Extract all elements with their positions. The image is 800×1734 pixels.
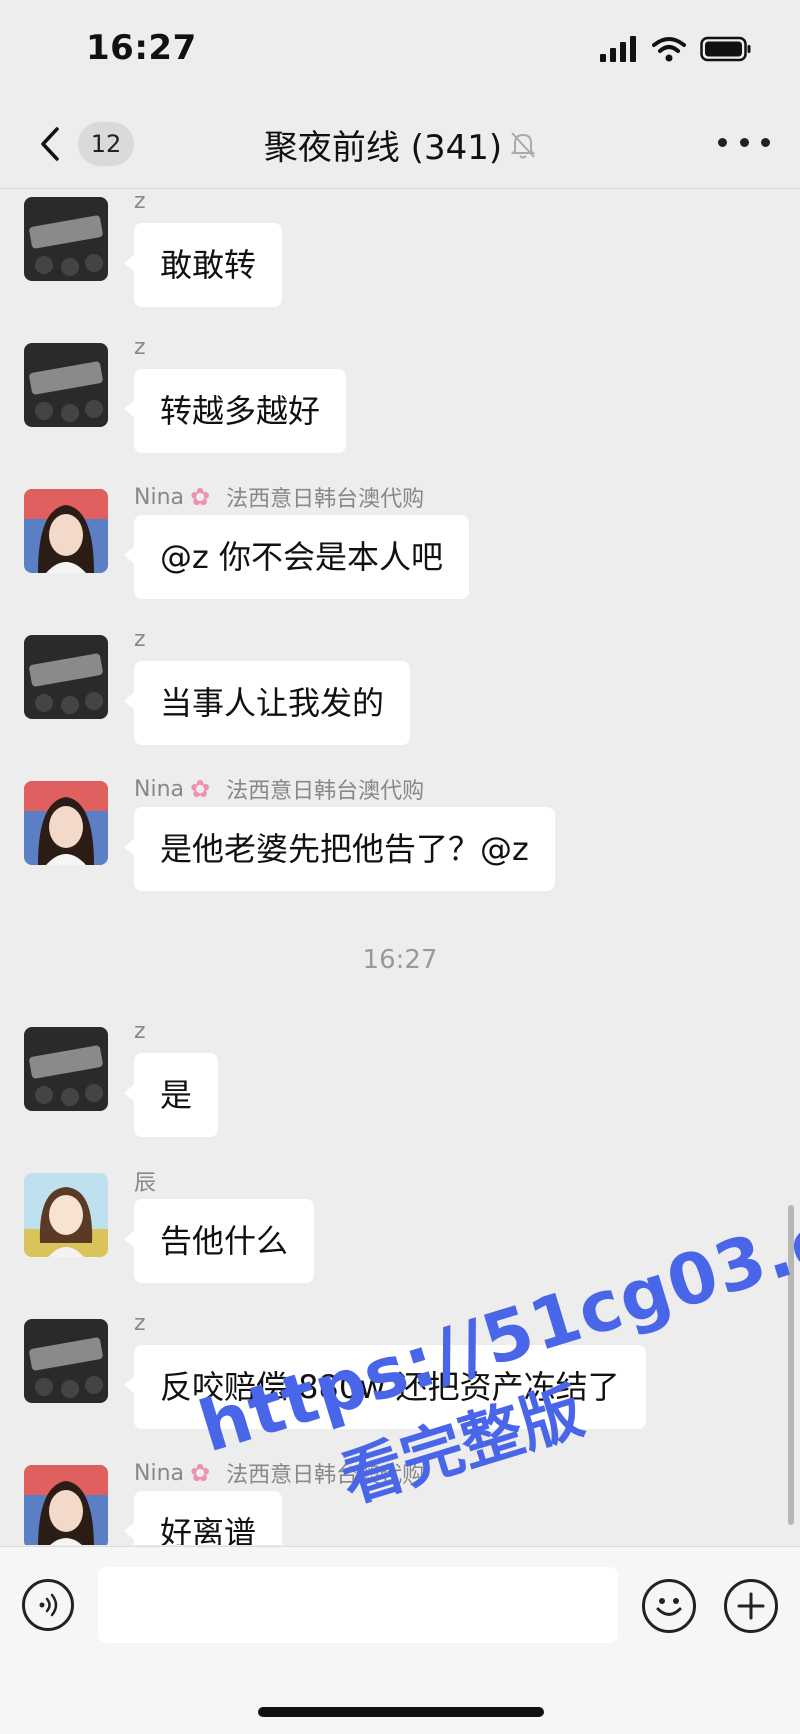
battery-icon — [700, 36, 751, 62]
message-bubble[interactable]: 当事人让我发的 — [123, 661, 411, 745]
chat-title-text: 聚夜前线 (341) — [263, 128, 503, 168]
sender-name: Nina ✿ 法西意日韩台澳代购 — [134, 775, 425, 804]
muted-bell-icon — [510, 131, 536, 158]
home-indicator[interactable] — [258, 1707, 544, 1717]
avatar-z[interactable] — [24, 343, 108, 427]
scrollbar[interactable] — [788, 1205, 794, 1525]
sender-name: Nina ✿ 法西意日韩台澳代购 — [134, 1459, 425, 1488]
sender-name: z — [134, 1019, 146, 1044]
sender-name: z — [134, 335, 146, 360]
avatar-z[interactable] — [24, 1319, 108, 1403]
more-actions-button[interactable] — [724, 1579, 778, 1633]
voice-input-button[interactable] — [22, 1579, 74, 1631]
sender-name: z — [134, 1311, 146, 1336]
sender-name: Nina ✿ 法西意日韩台澳代购 — [134, 483, 425, 512]
message-bubble[interactable]: 反咬赔偿 880w 还把资产冻结了 — [124, 1345, 646, 1429]
avatar-nina[interactable] — [24, 489, 108, 573]
voice-icon — [39, 1593, 58, 1617]
avatar-z[interactable] — [24, 197, 108, 281]
avatar-z[interactable] — [24, 1027, 108, 1111]
message-list[interactable]: z 敢敢转 z 转越多越好 Nina ✿ 法西意日韩台澳代购 @z 你不会是本人… — [0, 189, 800, 1545]
message-bubble[interactable]: 好离谱 — [123, 1491, 283, 1545]
cellular-signal-icon — [600, 36, 636, 62]
avatar-chen[interactable] — [24, 1173, 108, 1257]
sender-name: z — [134, 627, 146, 652]
wifi-icon — [652, 37, 686, 62]
status-icons — [600, 36, 752, 62]
emoji-icon — [656, 1598, 682, 1616]
message-bubble[interactable]: 是他老婆先把他告了？@z — [124, 807, 555, 891]
input-bar — [0, 1546, 800, 1734]
flower-icon: ✿ — [190, 1459, 211, 1487]
status-bar: 16:27 — [0, 0, 800, 100]
sender-name: z — [134, 189, 146, 214]
flower-icon: ✿ — [190, 483, 211, 511]
time-divider: 16:27 — [362, 945, 438, 975]
message-bubble[interactable]: 敢敢转 — [123, 223, 283, 307]
avatar-z[interactable] — [24, 635, 108, 719]
avatar-nina[interactable] — [24, 1465, 108, 1545]
avatar-nina[interactable] — [24, 781, 108, 865]
more-options-button[interactable] — [718, 130, 770, 154]
message-bubble[interactable]: @z 你不会是本人吧 — [124, 515, 469, 599]
message-bubble[interactable]: 转越多越好 — [123, 369, 347, 453]
chat-header: 12 聚夜前线 (341) — [0, 100, 800, 189]
plus-icon — [737, 1592, 765, 1620]
chat-title: 聚夜前线 (341) — [0, 120, 800, 169]
flower-icon: ✿ — [190, 775, 211, 803]
message-bubble[interactable]: 是 — [123, 1053, 219, 1137]
status-time: 16:27 — [86, 28, 197, 68]
message-bubble[interactable]: 告他什么 — [123, 1199, 315, 1283]
message-input[interactable] — [98, 1567, 618, 1643]
emoji-button[interactable] — [642, 1579, 696, 1633]
sender-name: 辰 — [134, 1171, 157, 1196]
